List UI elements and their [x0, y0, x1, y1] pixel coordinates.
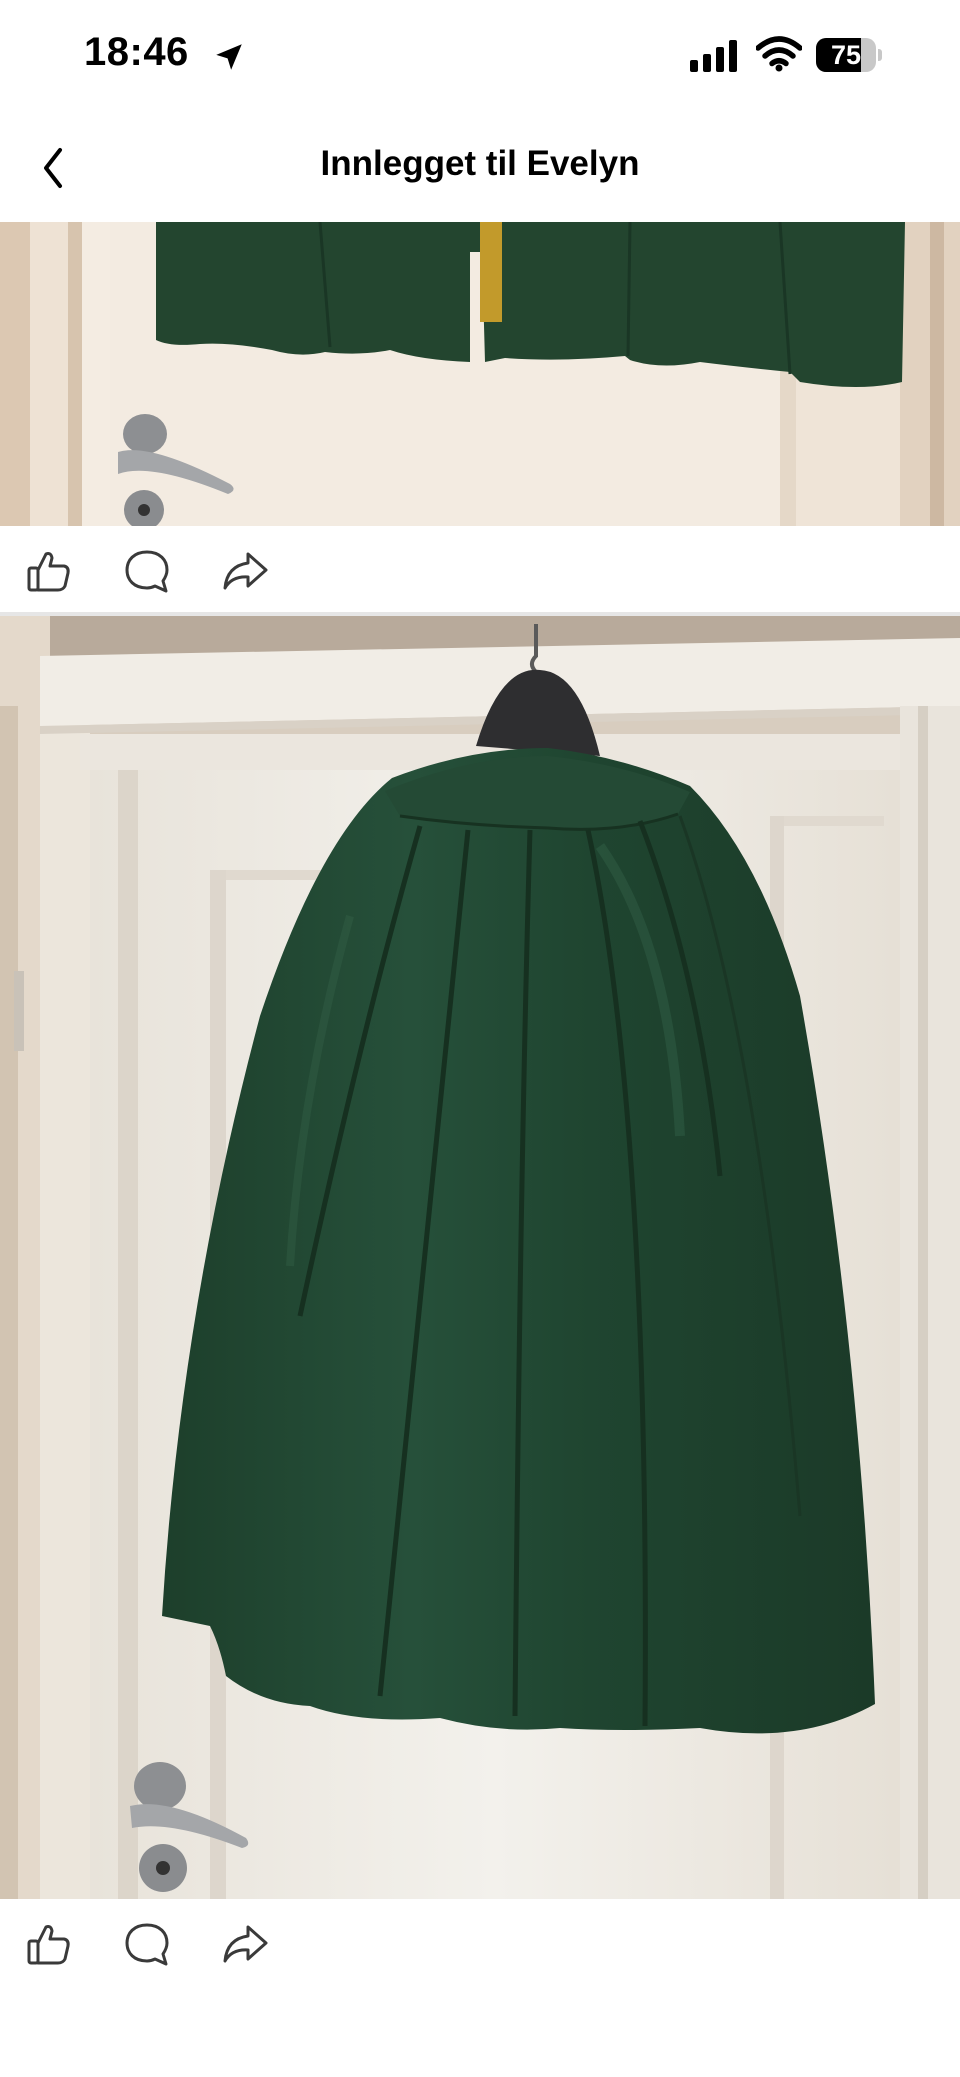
back-button[interactable] [30, 140, 90, 200]
like-button[interactable] [24, 546, 74, 596]
comment-icon [125, 550, 169, 593]
like-button[interactable] [24, 1919, 74, 1969]
share-icon [223, 552, 268, 590]
status-bar: 18:46 75 [0, 0, 960, 118]
cellular-signal-icon [690, 40, 737, 72]
post-photo[interactable] [0, 616, 960, 1899]
battery-icon: 75 [816, 38, 882, 72]
battery-tip [878, 49, 882, 61]
share-icon [223, 1925, 268, 1963]
share-button[interactable] [220, 1919, 270, 1969]
battery-level: 75 [830, 40, 862, 70]
green-pleated-skirt-hem-photo [0, 222, 960, 526]
comment-button[interactable] [122, 1919, 172, 1969]
post-actions [0, 526, 960, 616]
page-title: Innlegget til Evelyn [320, 144, 640, 183]
like-icon [27, 552, 70, 592]
chevron-left-icon [44, 148, 62, 188]
nav-bar: Innlegget til Evelyn [0, 118, 960, 222]
status-time: 18:46 [84, 30, 189, 74]
battery-body: 75 [816, 38, 876, 72]
green-pleated-skirt-on-hanger-photo [0, 616, 960, 1899]
share-button[interactable] [220, 546, 270, 596]
like-icon [27, 1925, 70, 1965]
comment-button[interactable] [122, 546, 172, 596]
post-actions [0, 1899, 960, 1989]
comment-icon [125, 1923, 169, 1966]
location-arrow-icon [216, 44, 242, 70]
post-photo[interactable] [0, 222, 960, 526]
wifi-icon [756, 36, 802, 72]
